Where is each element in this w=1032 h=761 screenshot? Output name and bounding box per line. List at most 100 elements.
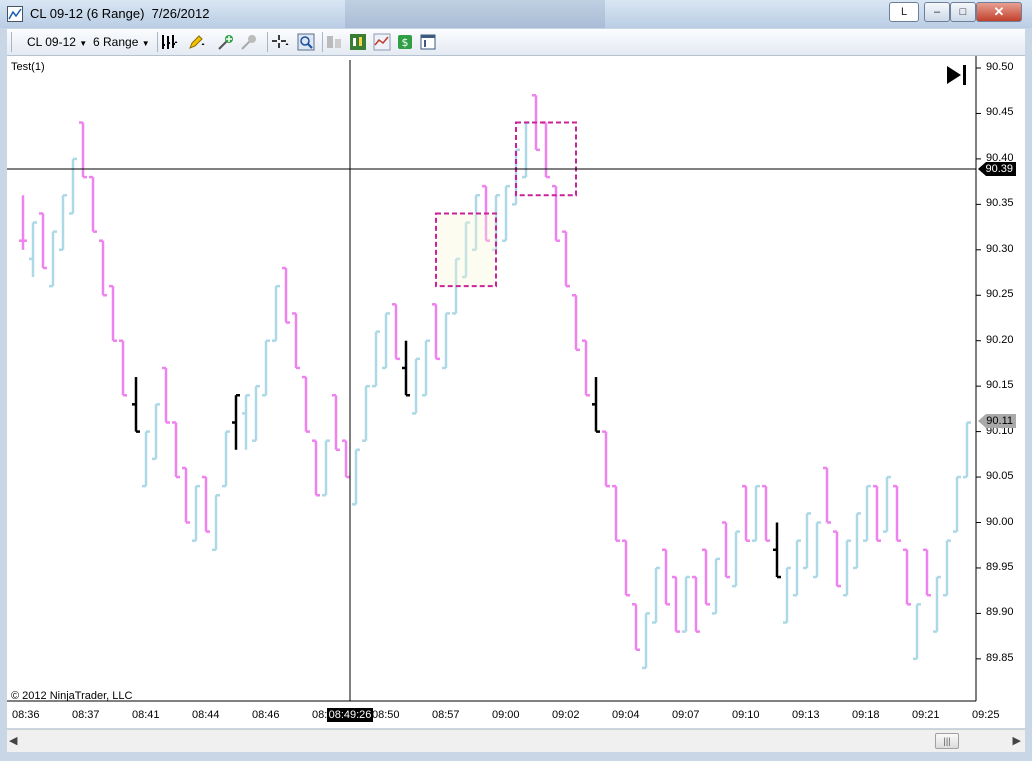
price-bar	[752, 484, 760, 542]
price-axis-label: 90.05	[986, 470, 1014, 483]
price-bar	[222, 430, 230, 488]
price-bar	[803, 512, 811, 570]
price-bar	[272, 284, 280, 342]
price-bar	[602, 430, 610, 488]
study-label: Test(1)	[11, 61, 45, 73]
price-bar	[212, 493, 220, 552]
price-axis-ticks	[976, 67, 981, 660]
highlight-box[interactable]	[435, 212, 497, 288]
price-bar	[292, 312, 300, 370]
price-bar	[582, 339, 590, 397]
crosshair-time-badge: 08:49:26	[327, 708, 373, 722]
price-bar	[833, 530, 841, 588]
scroll-right-arrow-icon[interactable]: ▶	[1013, 734, 1021, 747]
zoom-icon[interactable]	[297, 33, 315, 51]
price-bar	[342, 439, 350, 479]
price-bar	[412, 357, 420, 415]
copyright-label: © 2012 NinjaTrader, LLC	[11, 690, 133, 702]
price-bar	[252, 384, 260, 442]
price-bar	[692, 575, 700, 633]
bar-style-icon[interactable]	[160, 33, 178, 51]
price-bar	[953, 475, 961, 533]
price-bar	[372, 330, 380, 388]
time-axis-label: 08:36	[12, 709, 40, 721]
price-bar	[99, 239, 107, 297]
toolbar-separator	[267, 32, 268, 52]
price-bar	[873, 484, 881, 542]
time-axis-label: 09:18	[852, 709, 880, 721]
price-bars	[19, 94, 971, 670]
chart-app-icon	[7, 6, 23, 22]
time-axis-label: 09:02	[552, 709, 580, 721]
price-axis-label: 90.45	[986, 106, 1014, 119]
price-axis-label: 89.95	[986, 560, 1014, 573]
crosshair-icon[interactable]	[271, 33, 289, 51]
time-axis-label: 09:00	[492, 709, 520, 721]
horizontal-scrollbar[interactable]: ◀ ||| ▶	[7, 729, 1025, 752]
price-bar	[402, 340, 410, 397]
price-bar	[202, 475, 210, 533]
close-button[interactable]: ✕	[976, 2, 1022, 22]
strategy-icon[interactable]	[240, 33, 258, 51]
price-chart[interactable]	[7, 56, 1025, 728]
data-box-icon[interactable]	[325, 33, 343, 51]
price-bar	[783, 566, 791, 624]
price-bar	[312, 439, 320, 497]
price-bar	[883, 475, 891, 533]
price-bar	[712, 557, 720, 615]
price-bar	[652, 566, 660, 624]
window-title: CL 09-12 (6 Range) 7/26/2012	[30, 6, 210, 21]
dollar-icon[interactable]: $	[396, 33, 414, 51]
price-bar	[893, 484, 901, 542]
time-axis-label: 08:41	[132, 709, 160, 721]
chart-toolbar: CL 09-12 ▼ 6 Range ▼ $	[7, 29, 1025, 56]
price-bar	[142, 430, 150, 488]
price-axis-label: 89.90	[986, 606, 1014, 619]
price-bar	[262, 339, 270, 397]
price-bar	[943, 539, 951, 597]
price-bar	[612, 484, 620, 542]
time-axis-label: 08:37	[72, 709, 100, 721]
price-axis-label: 90.20	[986, 333, 1014, 346]
instrument-selector[interactable]: CL 09-12 ▼	[27, 35, 87, 49]
instrument-label: CL 09-12	[27, 35, 76, 49]
chart-trader-icon[interactable]	[349, 33, 367, 51]
pencil-draw-icon[interactable]	[187, 33, 205, 51]
maximize-button[interactable]: □	[950, 2, 976, 22]
price-axis-label: 89.85	[986, 651, 1014, 664]
price-bar	[823, 466, 831, 524]
price-bar	[813, 521, 821, 579]
price-bar	[109, 284, 117, 342]
chevron-down-icon: ▼	[79, 39, 88, 48]
price-bar	[302, 375, 310, 433]
price-bar	[19, 195, 27, 250]
price-bar	[59, 194, 67, 252]
price-bar	[572, 294, 580, 352]
scroll-thumb[interactable]: |||	[935, 733, 959, 749]
link-button[interactable]: L	[889, 2, 919, 22]
time-axis-label: 08:50	[372, 709, 400, 721]
price-bar	[242, 393, 250, 450]
time-axis-label: 09:07	[672, 709, 700, 721]
go-to-end-icon[interactable]	[947, 65, 966, 85]
price-bar	[332, 393, 340, 452]
properties-icon[interactable]	[419, 33, 437, 51]
period-selector[interactable]: 6 Range ▼	[93, 35, 150, 49]
price-bar	[119, 339, 127, 397]
add-indicator-icon[interactable]	[217, 33, 235, 51]
last-price-badge: 90.11	[978, 414, 1016, 428]
price-bar	[682, 575, 690, 633]
price-bar	[963, 421, 971, 479]
price-bar	[662, 548, 670, 606]
svg-text:$: $	[402, 36, 409, 49]
price-axis-label: 90.50	[986, 61, 1014, 73]
price-bar	[762, 484, 770, 542]
time-axis-label: 09:04	[612, 709, 640, 721]
price-bar	[853, 512, 861, 570]
price-bar	[933, 575, 941, 633]
performance-icon[interactable]	[373, 33, 391, 51]
scroll-left-arrow-icon[interactable]: ◀	[9, 734, 17, 747]
price-bar	[562, 230, 570, 288]
minimize-button[interactable]: –	[924, 2, 950, 22]
price-bar	[702, 548, 710, 606]
